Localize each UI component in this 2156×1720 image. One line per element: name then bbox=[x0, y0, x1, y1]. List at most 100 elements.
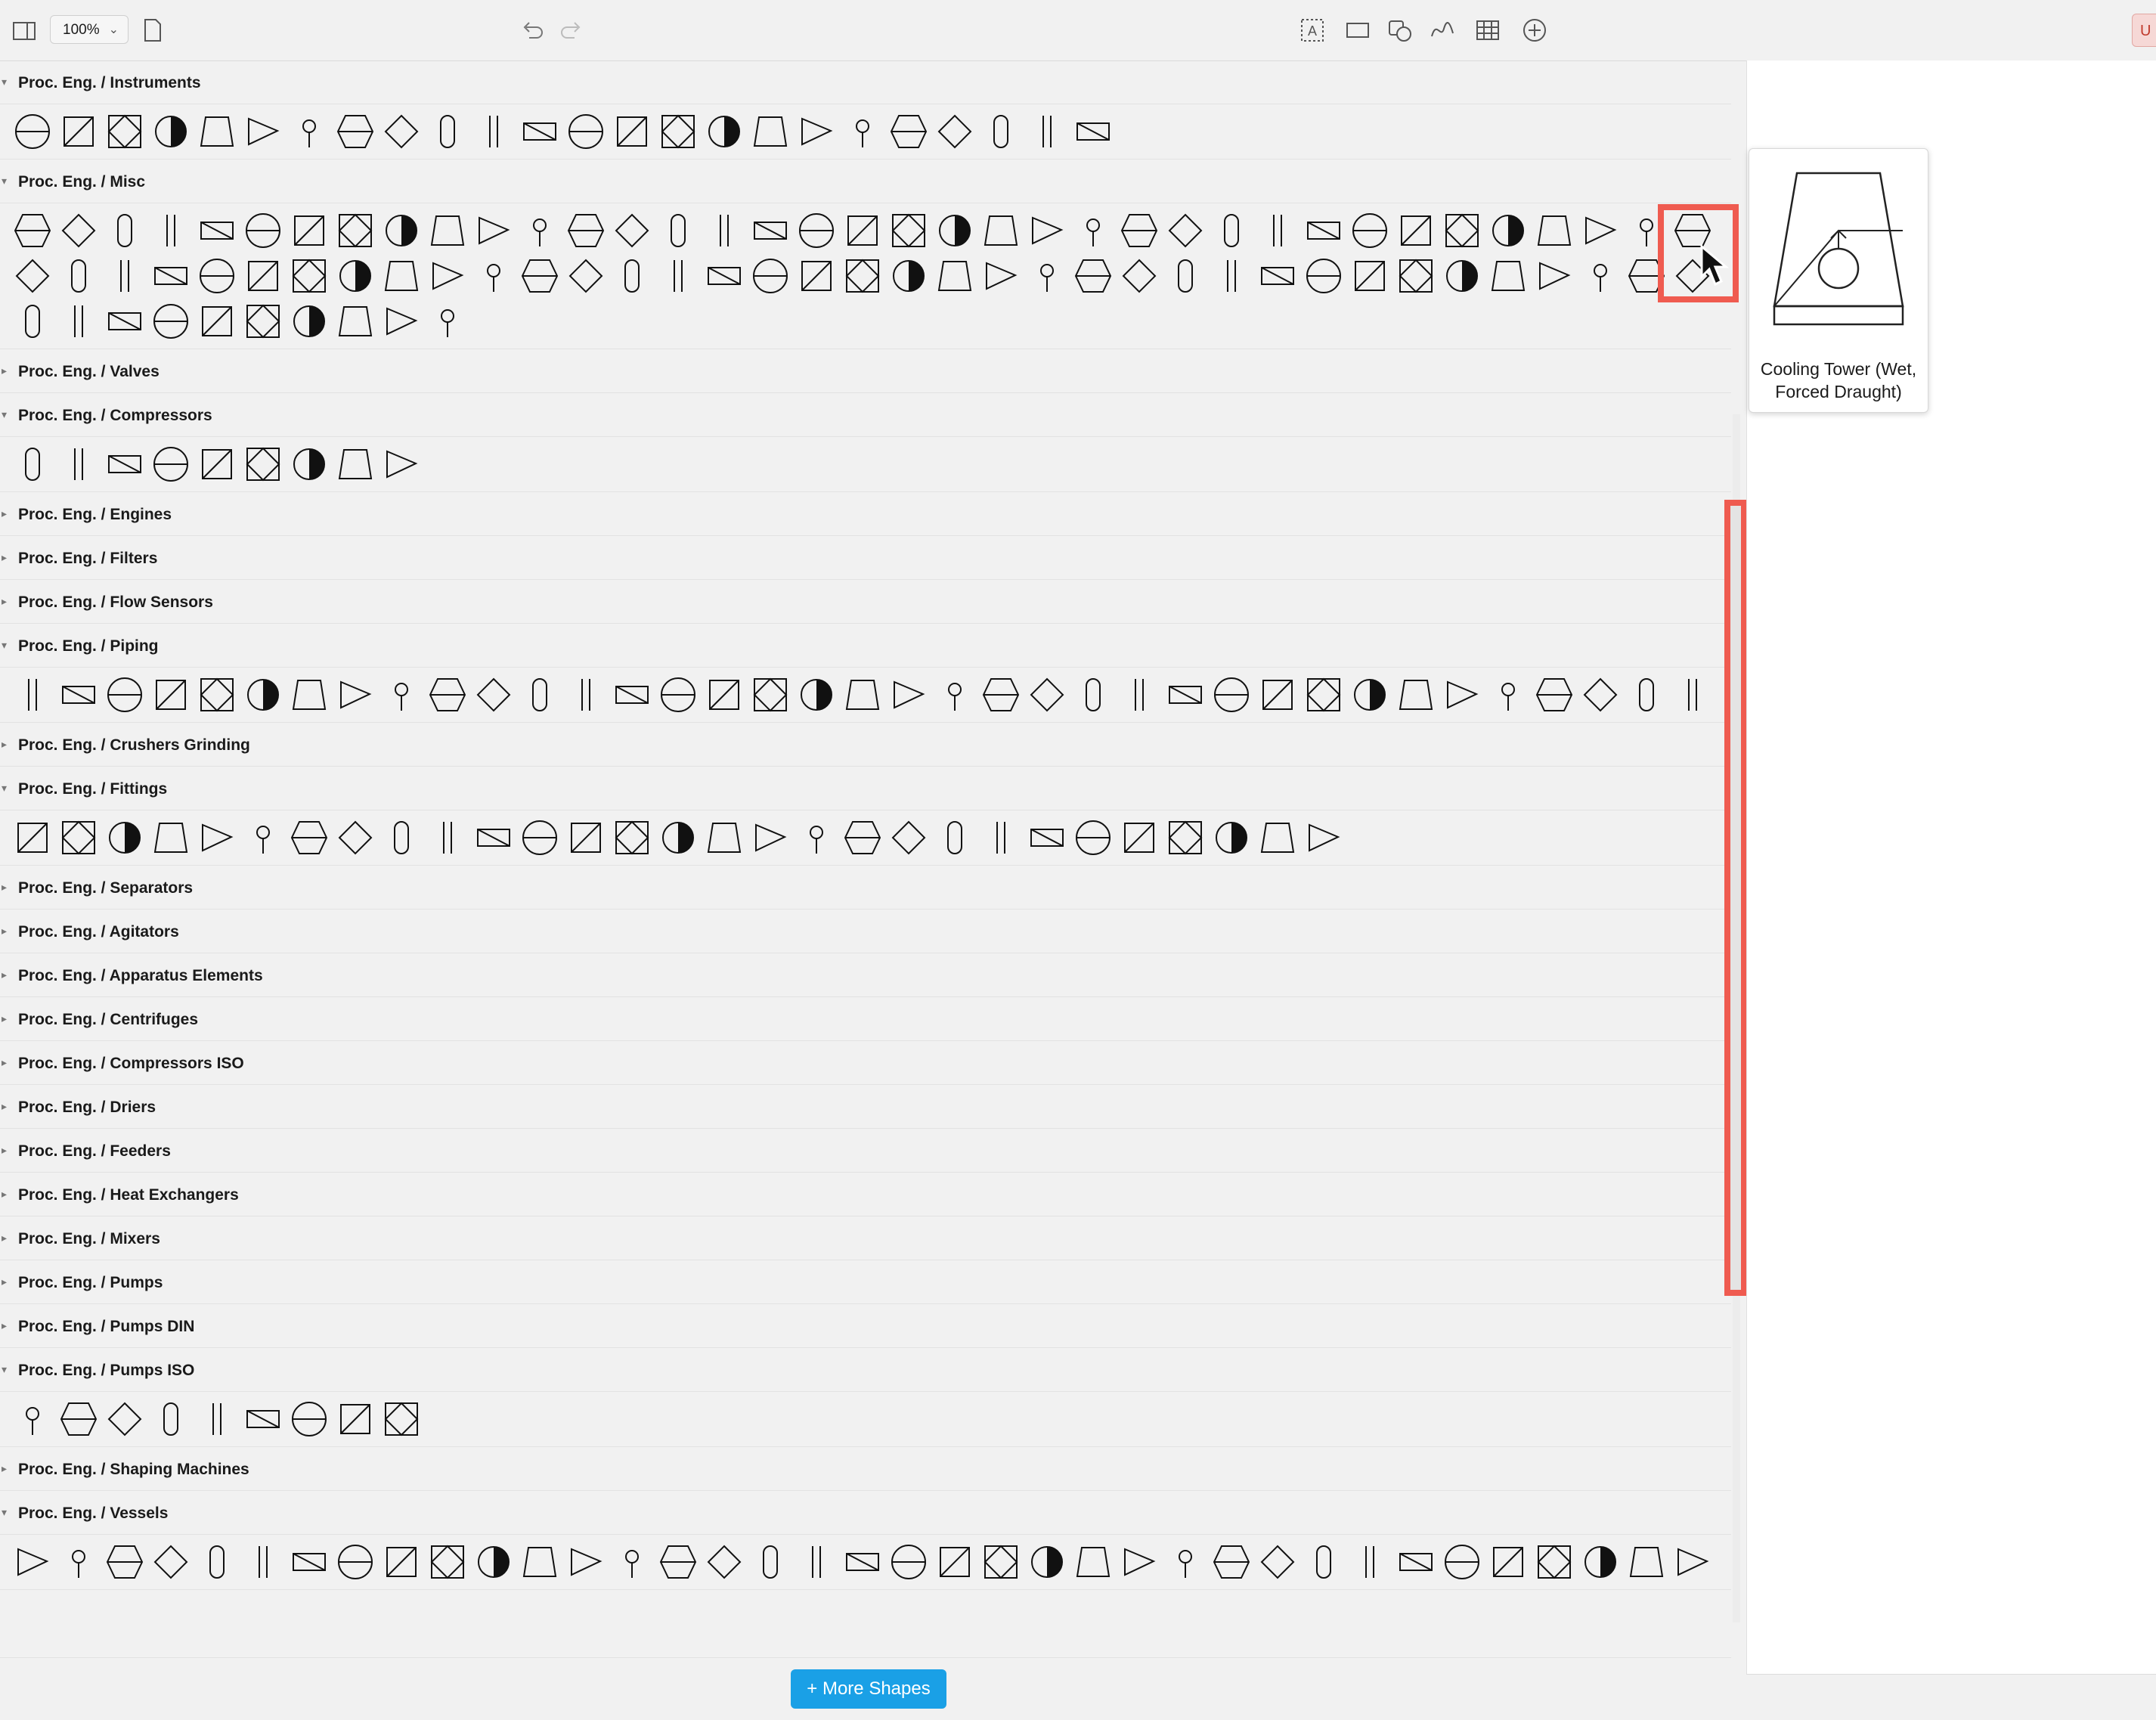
shape-thumbnail-icon[interactable] bbox=[424, 208, 470, 253]
section-header[interactable]: ▾ Proc. Eng. / Compressors bbox=[0, 393, 1731, 437]
shape-thumbnail-icon[interactable] bbox=[1208, 1539, 1254, 1585]
shape-thumbnail-icon[interactable] bbox=[1300, 672, 1346, 717]
shape-thumbnail-icon[interactable] bbox=[55, 253, 101, 299]
shape-thumbnail-icon[interactable] bbox=[1024, 253, 1070, 299]
shape-thumbnail-icon[interactable] bbox=[194, 208, 240, 253]
shape-thumbnail-icon[interactable] bbox=[9, 1539, 55, 1585]
shape-thumbnail-icon[interactable] bbox=[101, 109, 147, 154]
shape-thumbnail-icon[interactable] bbox=[101, 672, 147, 717]
shape-thumbnail-icon[interactable] bbox=[1485, 253, 1531, 299]
shape-thumbnail-icon[interactable] bbox=[378, 672, 424, 717]
shape-thumbnail-icon[interactable] bbox=[194, 672, 240, 717]
shape-thumbnail-icon[interactable] bbox=[332, 442, 378, 487]
scrollbar-thumb-highlighted[interactable] bbox=[1724, 500, 1747, 1296]
shape-thumbnail-icon[interactable] bbox=[194, 299, 240, 344]
shape-thumbnail-icon[interactable] bbox=[240, 208, 286, 253]
shape-thumbnail-icon[interactable] bbox=[1623, 1539, 1669, 1585]
shape-thumbnail-icon[interactable] bbox=[1024, 815, 1070, 860]
shape-thumbnail-icon[interactable] bbox=[1577, 208, 1623, 253]
shape-thumbnail-icon[interactable] bbox=[332, 1539, 378, 1585]
shape-thumbnail-icon[interactable] bbox=[9, 815, 55, 860]
shape-thumbnail-icon[interactable] bbox=[885, 815, 931, 860]
section-header[interactable]: ▸ Proc. Eng. / Pumps bbox=[0, 1260, 1731, 1304]
shape-thumbnail-icon[interactable] bbox=[1162, 815, 1208, 860]
shape-thumbnail-icon[interactable] bbox=[1346, 208, 1392, 253]
shape-thumbnail-icon[interactable] bbox=[516, 672, 562, 717]
shape-thumbnail-icon[interactable] bbox=[9, 672, 55, 717]
shape-thumbnail-icon[interactable] bbox=[1254, 208, 1300, 253]
shape-thumbnail-icon[interactable] bbox=[1070, 253, 1116, 299]
shape-thumbnail-icon[interactable] bbox=[1346, 672, 1392, 717]
shape-thumbnail-icon[interactable] bbox=[332, 109, 378, 154]
shape-thumbnail-icon[interactable] bbox=[470, 815, 516, 860]
shape-thumbnail-icon[interactable] bbox=[793, 109, 839, 154]
shape-thumbnail-icon[interactable] bbox=[101, 815, 147, 860]
shape-thumbnail-icon[interactable] bbox=[378, 253, 424, 299]
section-header[interactable]: ▸ Proc. Eng. / Centrifuges bbox=[0, 997, 1731, 1041]
shape-thumbnail-icon[interactable] bbox=[332, 253, 378, 299]
shape-thumbnail-icon[interactable] bbox=[793, 1539, 839, 1585]
undo-icon[interactable] bbox=[519, 17, 546, 44]
shape-thumbnail-icon[interactable] bbox=[1577, 253, 1623, 299]
shape-thumbnail-icon[interactable] bbox=[147, 1396, 194, 1442]
shape-thumbnail-icon[interactable] bbox=[793, 253, 839, 299]
shape-thumbnail-icon[interactable] bbox=[562, 815, 609, 860]
section-header[interactable]: ▸ Proc. Eng. / Flow Sensors bbox=[0, 580, 1731, 624]
freehand-icon[interactable] bbox=[1429, 17, 1456, 44]
shape-thumbnail-icon[interactable] bbox=[977, 672, 1024, 717]
shape-thumbnail-icon[interactable] bbox=[101, 1396, 147, 1442]
shape-thumbnail-icon[interactable] bbox=[1162, 253, 1208, 299]
shape-thumbnail-icon[interactable] bbox=[1439, 208, 1485, 253]
shape-thumbnail-icon[interactable] bbox=[1116, 1539, 1162, 1585]
shape-thumbnail-icon[interactable] bbox=[747, 208, 793, 253]
shape-thumbnail-icon[interactable] bbox=[1439, 1539, 1485, 1585]
shape-thumbnail-icon[interactable] bbox=[470, 672, 516, 717]
shape-thumbnail-icon[interactable] bbox=[516, 253, 562, 299]
shape-thumbnail-icon[interactable] bbox=[839, 109, 885, 154]
shape-thumbnail-icon[interactable] bbox=[655, 109, 701, 154]
shape-thumbnail-icon[interactable] bbox=[240, 1396, 286, 1442]
shape-thumbnail-icon[interactable] bbox=[1485, 672, 1531, 717]
shape-thumbnail-icon[interactable] bbox=[747, 109, 793, 154]
shape-thumbnail-icon[interactable] bbox=[286, 672, 332, 717]
section-header[interactable]: ▾ Proc. Eng. / Fittings bbox=[0, 767, 1731, 810]
shape-thumbnail-icon[interactable] bbox=[977, 208, 1024, 253]
shape-thumbnail-icon[interactable] bbox=[332, 1396, 378, 1442]
section-header[interactable]: ▸ Proc. Eng. / Filters bbox=[0, 536, 1731, 580]
shape-thumbnail-icon[interactable] bbox=[55, 109, 101, 154]
shape-thumbnail-icon[interactable] bbox=[332, 672, 378, 717]
shape-thumbnail-icon[interactable] bbox=[1300, 815, 1346, 860]
shape-thumbnail-icon[interactable] bbox=[9, 208, 55, 253]
more-shapes-button[interactable]: + More Shapes bbox=[791, 1669, 946, 1709]
shape-thumbnail-icon[interactable] bbox=[332, 299, 378, 344]
shape-thumbnail-icon[interactable] bbox=[1070, 672, 1116, 717]
shape-thumbnail-icon[interactable] bbox=[240, 109, 286, 154]
shape-thumbnail-icon[interactable] bbox=[286, 442, 332, 487]
shape-thumbnail-icon[interactable] bbox=[240, 442, 286, 487]
shape-thumbnail-icon[interactable] bbox=[609, 1539, 655, 1585]
shape-thumbnail-icon[interactable] bbox=[885, 253, 931, 299]
shape-thumbnail-icon[interactable] bbox=[839, 672, 885, 717]
shape-thumbnail-icon[interactable] bbox=[562, 1539, 609, 1585]
shape-thumbnail-icon[interactable] bbox=[101, 299, 147, 344]
section-header[interactable]: ▸ Proc. Eng. / Separators bbox=[0, 866, 1731, 910]
shape-thumbnail-icon[interactable] bbox=[286, 1396, 332, 1442]
section-header[interactable]: ▸ Proc. Eng. / Compressors ISO bbox=[0, 1041, 1731, 1085]
section-header[interactable]: ▸ Proc. Eng. / Crushers Grinding bbox=[0, 723, 1731, 767]
shape-thumbnail-icon[interactable] bbox=[977, 815, 1024, 860]
section-header[interactable]: ▸ Proc. Eng. / Shaping Machines bbox=[0, 1447, 1731, 1491]
shape-thumbnail-icon[interactable] bbox=[609, 109, 655, 154]
section-header[interactable]: ▸ Proc. Eng. / Heat Exchangers bbox=[0, 1173, 1731, 1216]
shape-thumbnail-icon[interactable] bbox=[286, 815, 332, 860]
shape-thumbnail-icon[interactable] bbox=[701, 672, 747, 717]
shape-thumbnail-icon[interactable] bbox=[562, 672, 609, 717]
section-header[interactable]: ▸ Proc. Eng. / Mixers bbox=[0, 1216, 1731, 1260]
shape-thumbnail-icon[interactable] bbox=[562, 208, 609, 253]
shape-thumbnail-icon[interactable] bbox=[516, 208, 562, 253]
shape-thumbnail-icon[interactable] bbox=[1346, 1539, 1392, 1585]
shape-thumbnail-icon[interactable] bbox=[240, 299, 286, 344]
shape-thumbnail-icon[interactable] bbox=[9, 253, 55, 299]
section-header[interactable]: ▾ Proc. Eng. / Pumps ISO bbox=[0, 1348, 1731, 1392]
shape-thumbnail-icon[interactable] bbox=[1300, 1539, 1346, 1585]
shape-thumbnail-icon[interactable] bbox=[332, 815, 378, 860]
